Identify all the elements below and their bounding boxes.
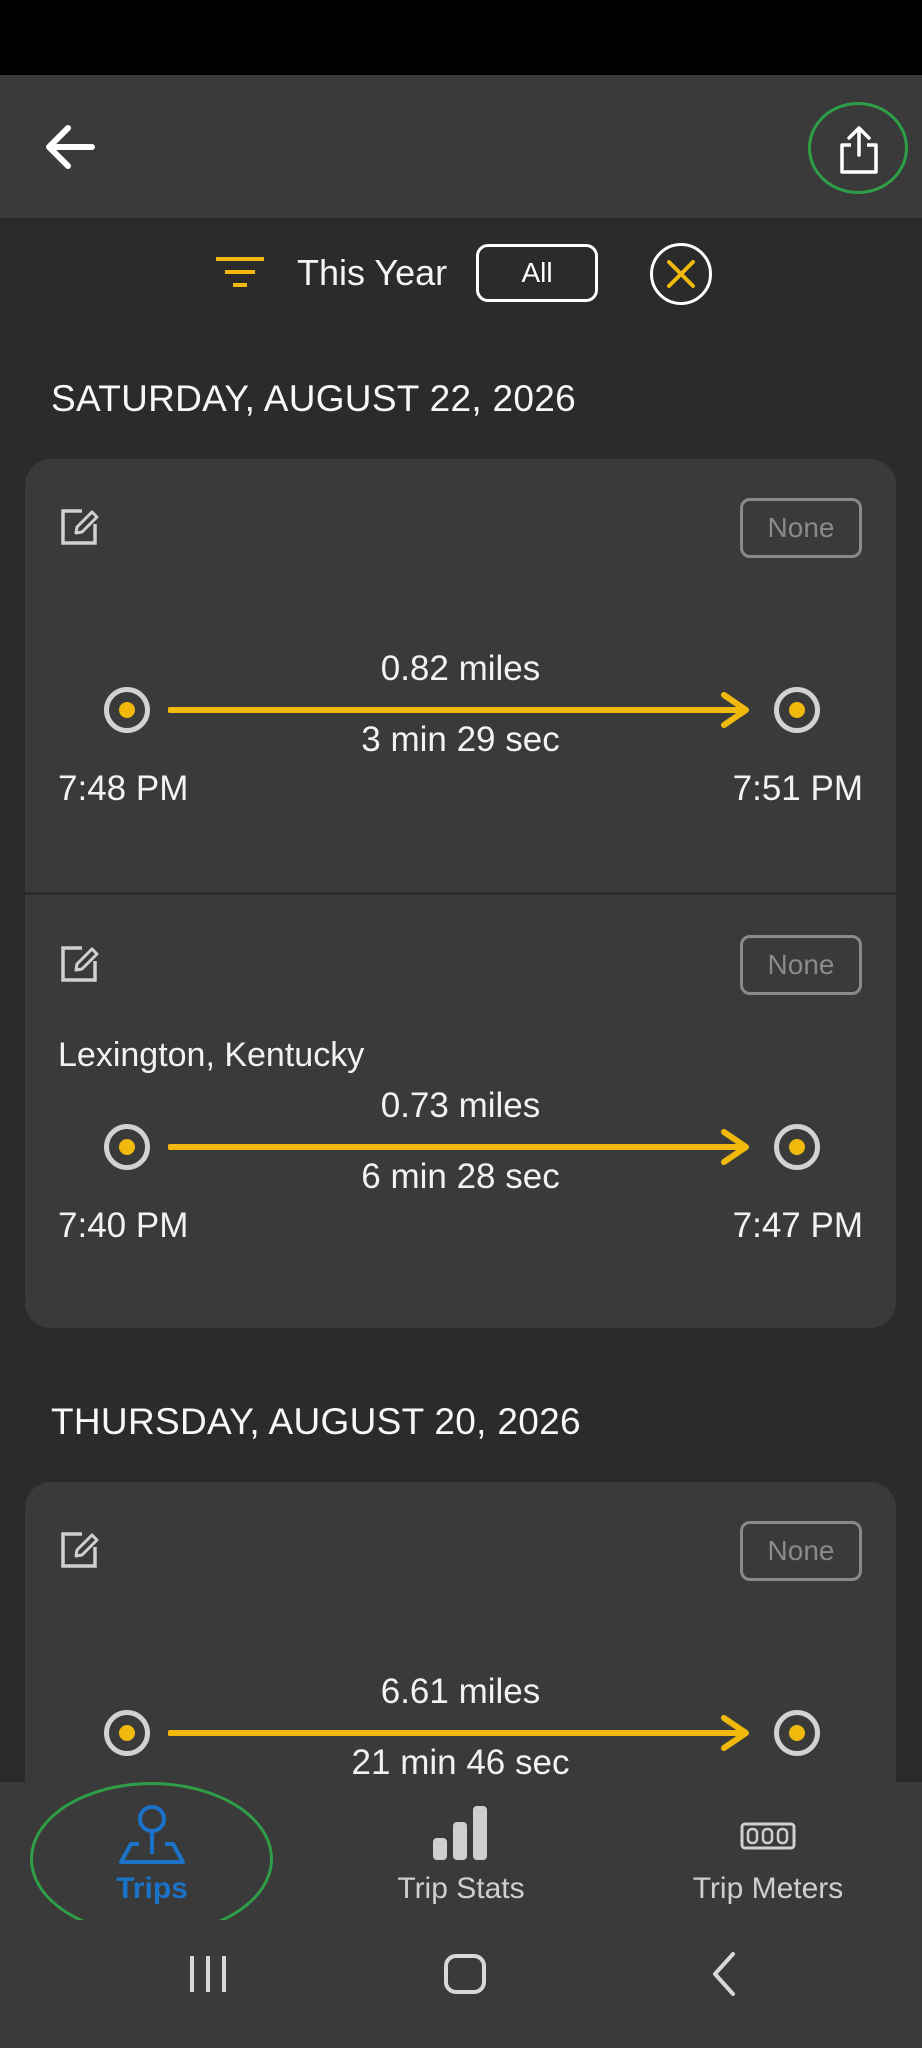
trip-location: Lexington, Kentucky — [58, 1036, 365, 1074]
edit-icon[interactable] — [58, 1529, 100, 1571]
trip-distance: 6.61 miles — [380, 1672, 541, 1711]
filter-bar: This Year All — [0, 240, 922, 310]
trip-card[interactable]: None 0.82 miles 3 min 29 sec 7:48 PM 7:5… — [25, 459, 896, 892]
back-button[interactable] — [38, 115, 102, 179]
category-badge[interactable]: None — [740, 935, 862, 995]
share-button[interactable] — [808, 102, 908, 194]
bottom-navigation: Trips Trip Stats Trip Meters — [0, 1782, 922, 1936]
trip-distance: 0.73 miles — [380, 1086, 541, 1125]
arrow-left-icon — [46, 125, 95, 169]
trip-start-time: 7:40 PM — [58, 1206, 189, 1245]
clear-filter-button[interactable] — [650, 243, 712, 305]
share-upload-icon — [840, 126, 878, 174]
nav-label: Trip Stats — [397, 1872, 525, 1905]
trip-duration: 3 min 29 sec — [361, 720, 560, 759]
app-bar — [0, 75, 922, 218]
trip-card[interactable]: None 6.61 miles 21 min 46 sec — [25, 1482, 896, 1782]
system-back-icon[interactable] — [703, 1950, 747, 1998]
trip-end-time: 7:47 PM — [732, 1206, 863, 1245]
filter-lines-icon[interactable] — [216, 256, 264, 290]
date-header: THURSDAY, AUGUST 20, 2026 — [51, 1401, 581, 1442]
edit-icon[interactable] — [58, 943, 100, 985]
recent-apps-icon[interactable] — [186, 1950, 230, 1998]
status-bar — [0, 0, 922, 75]
category-badge[interactable]: None — [740, 1521, 862, 1581]
odometer-icon — [740, 1822, 796, 1850]
trip-card[interactable]: None Lexington, Kentucky 0.73 miles 6 mi… — [25, 895, 896, 1328]
all-filter-button[interactable]: All — [476, 244, 598, 302]
category-badge[interactable]: None — [740, 498, 862, 558]
trip-distance: 0.82 miles — [380, 649, 541, 688]
home-icon[interactable] — [443, 1950, 487, 1998]
nav-label: Trip Meters — [692, 1872, 844, 1905]
close-icon — [667, 260, 695, 288]
system-navigation-bar — [0, 1920, 922, 2048]
highlight-ring — [30, 1782, 273, 1936]
nav-tab-trip-stats[interactable]: Trip Stats — [311, 1782, 611, 1920]
trip-end-time: 7:51 PM — [732, 769, 863, 808]
nav-tab-trip-meters[interactable]: Trip Meters — [618, 1782, 918, 1920]
edit-icon[interactable] — [58, 506, 100, 548]
trip-start-time: 7:48 PM — [58, 769, 189, 808]
date-header: SATURDAY, AUGUST 22, 2026 — [51, 378, 577, 419]
trip-duration: 6 min 28 sec — [361, 1157, 560, 1196]
filter-period-label[interactable]: This Year — [297, 252, 447, 294]
trip-duration: 21 min 46 sec — [351, 1743, 570, 1782]
bar-chart-icon — [433, 1806, 487, 1860]
